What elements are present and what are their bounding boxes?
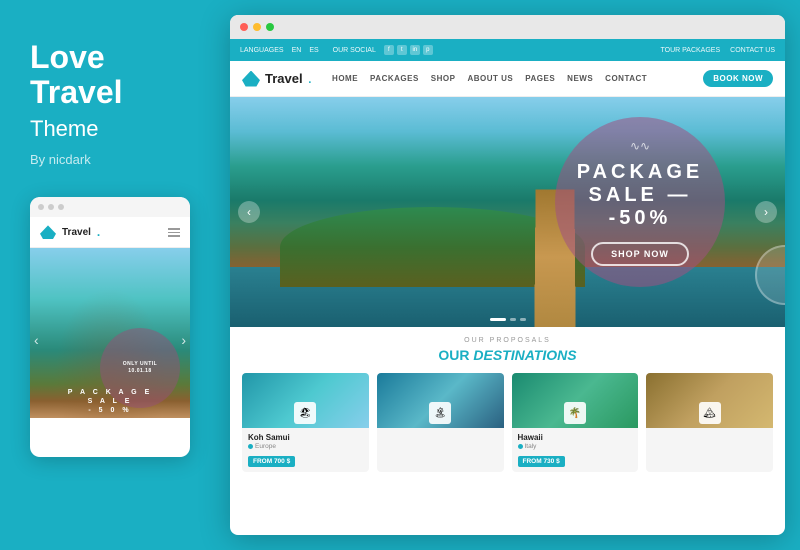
nav-contact[interactable]: CONTACT — [605, 74, 647, 83]
dest-name-3: Hawaii — [518, 433, 633, 442]
mobile-sale-text: P A C K A G E S A L E - 5 0 % — [30, 389, 190, 418]
hero-next-arrow[interactable]: › — [755, 201, 777, 223]
proposals-title-plain: OUR — [438, 347, 473, 363]
dest-location-3: Italy — [518, 443, 633, 450]
dest-info-2: - — [377, 428, 504, 464]
dest-location-dot-3 — [518, 444, 523, 449]
mobile-logo-text: Travel — [62, 227, 91, 238]
nav-shop[interactable]: SHOP — [431, 74, 456, 83]
theme-title: Love Travel Theme By nicdark — [30, 40, 200, 167]
topbar-contact-us[interactable]: CONTACT US — [730, 47, 775, 54]
dest-img-4: 🏔 — [646, 373, 773, 428]
topbar-right: TOUR PACKAGES CONTACT US — [660, 47, 775, 54]
nav-links: HOME PACKAGES SHOP ABOUT US PAGES NEWS C… — [332, 74, 703, 83]
dest-img-1: 🏖 — [242, 373, 369, 428]
hero-sale-line2: SALE — — [577, 184, 704, 207]
site-nav: Travel . HOME PACKAGES SHOP ABOUT US PAG… — [230, 61, 785, 97]
nav-news[interactable]: NEWS — [567, 74, 593, 83]
topbar-tour-packages[interactable]: TOUR PACKAGES — [660, 47, 720, 54]
dest-icon-3: 🌴 — [564, 402, 586, 424]
destination-card-2: 🏝 - — [377, 373, 504, 472]
titlebar-yellow-dot — [253, 23, 261, 31]
topbar-lang-es[interactable]: ES — [309, 47, 318, 54]
destination-card-1: 🏖 Koh Samui Europe FROM 700 $ — [242, 373, 369, 472]
linkedin-icon[interactable]: in — [410, 45, 420, 55]
dest-location-dot-1 — [248, 444, 253, 449]
titlebar-red-dot — [240, 23, 248, 31]
mobile-titlebar — [30, 197, 190, 217]
dest-price-1: FROM 700 $ — [248, 456, 295, 467]
mobile-hero: ONLY UNTIL10.01.18 ‹ › P A C K A G E S A… — [30, 248, 190, 418]
dest-location-1: Europe — [248, 443, 363, 450]
desktop-titlebar — [230, 15, 785, 39]
hero-prev-arrow[interactable]: ‹ — [238, 201, 260, 223]
hero-sale-overlay: ∿∿ PACKAGE SALE — -50% SHOP NOW — [555, 117, 725, 287]
proposals-title-emphasis: DESTINATIONS — [473, 347, 576, 363]
theme-subtitle: Theme — [30, 116, 200, 142]
mobile-prev-arrow[interactable]: ‹ — [34, 332, 39, 348]
mobile-menu-icon — [168, 228, 180, 237]
hero-sale-line3: -50% — [577, 207, 704, 230]
nav-logo-text: Travel — [265, 71, 303, 86]
title-line1: Love — [30, 39, 105, 75]
hero-sale-title: PACKAGE SALE — -50% — [577, 161, 704, 230]
slide-dot-2[interactable] — [510, 318, 516, 321]
titlebar-green-dot — [266, 23, 274, 31]
destination-card-4: 🏔 - — [646, 373, 773, 472]
proposals-section: OUR PROPOSALS OUR DESTINATIONS 🏖 Koh Sam… — [230, 327, 785, 480]
hero-tilde: ∿∿ — [630, 139, 650, 153]
dest-name-4 — [652, 433, 767, 441]
dest-img-2: 🏝 — [377, 373, 504, 428]
dest-price-3: FROM 730 $ — [518, 456, 565, 467]
destination-card-3: 🌴 Hawaii Italy FROM 730 $ — [512, 373, 639, 472]
dest-name-1: Koh Samui — [248, 433, 363, 442]
theme-by: By nicdark — [30, 152, 200, 167]
slide-dot-1[interactable] — [490, 318, 506, 321]
mobile-only-until: ONLY UNTIL10.01.18 — [123, 361, 157, 375]
nav-logo: Travel . — [242, 70, 312, 88]
mobile-arrows: ‹ › — [30, 332, 190, 348]
slide-dot-3[interactable] — [520, 318, 526, 321]
pinterest-icon[interactable]: p — [423, 45, 433, 55]
proposals-label: OUR PROPOSALS — [242, 337, 773, 344]
topbar-languages-label: LANGUAGES — [240, 47, 284, 54]
mobile-nav: Travel . — [30, 217, 190, 248]
mobile-next-arrow[interactable]: › — [181, 332, 186, 348]
dest-name-2 — [383, 433, 498, 441]
mobile-logo-icon — [40, 225, 56, 239]
dest-info-3: Hawaii Italy FROM 730 $ — [512, 428, 639, 472]
site-topbar: LANGUAGES EN ES OUR SOCIAL f t in p TOUR… — [230, 39, 785, 61]
mobile-logo-dot: . — [97, 225, 100, 239]
dest-img-3: 🌴 — [512, 373, 639, 428]
desktop-mockup: LANGUAGES EN ES OUR SOCIAL f t in p TOUR… — [230, 15, 785, 535]
hero-section: ∿∿ PACKAGE SALE — -50% SHOP NOW ‹ › — [230, 97, 785, 327]
hero-sale-line1: PACKAGE — [577, 161, 704, 184]
dest-info-4: - — [646, 428, 773, 464]
nav-pages[interactable]: PAGES — [525, 74, 555, 83]
topbar-lang-en[interactable]: EN — [292, 47, 302, 54]
hero-slide-dots — [490, 318, 526, 321]
book-now-button[interactable]: BOOK NOW — [703, 70, 773, 87]
mobile-mockup: Travel . ONLY UNTIL10.01.18 ‹ › P A C K … — [30, 197, 190, 457]
nav-packages[interactable]: PACKAGES — [370, 74, 419, 83]
facebook-icon[interactable]: f — [384, 45, 394, 55]
proposals-title: OUR DESTINATIONS — [242, 347, 773, 363]
destinations-grid: 🏖 Koh Samui Europe FROM 700 $ 🏝 — [242, 373, 773, 472]
left-panel: Love Travel Theme By nicdark Travel . ON… — [0, 0, 230, 550]
nav-home[interactable]: HOME — [332, 74, 358, 83]
dest-icon-4: 🏔 — [699, 402, 721, 424]
dest-icon-1: 🏖 — [294, 402, 316, 424]
dest-icon-2: 🏝 — [429, 402, 451, 424]
shop-now-button[interactable]: SHOP NOW — [591, 242, 689, 266]
nav-logo-icon — [242, 71, 260, 87]
topbar-social-icons: f t in p — [384, 45, 433, 55]
dest-info-1: Koh Samui Europe FROM 700 $ — [242, 428, 369, 472]
nav-about[interactable]: ABOUT US — [467, 74, 513, 83]
topbar-social-label: OUR SOCIAL — [333, 47, 376, 54]
twitter-icon[interactable]: t — [397, 45, 407, 55]
title-line2: Travel — [30, 74, 123, 110]
nav-logo-dot: . — [308, 70, 312, 88]
